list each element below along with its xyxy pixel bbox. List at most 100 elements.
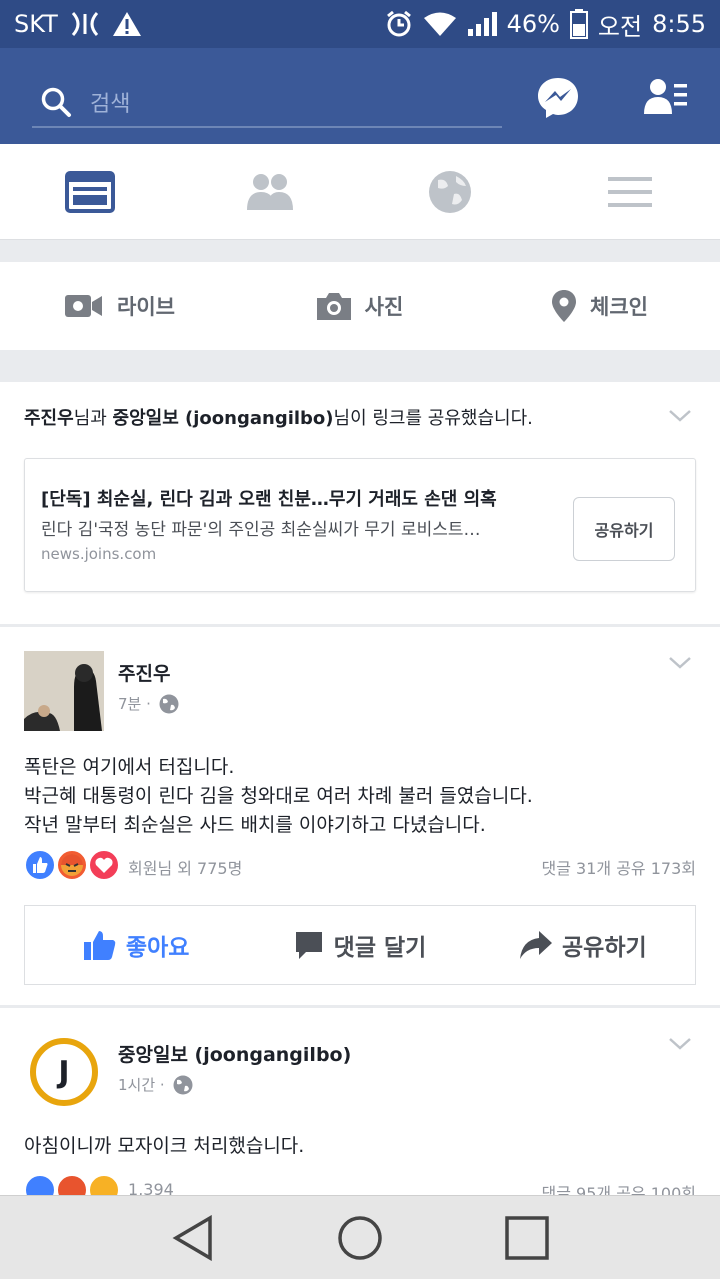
- cell-signal-icon: [467, 12, 497, 36]
- home-button[interactable]: [330, 1208, 390, 1268]
- photo-label: 사진: [364, 295, 404, 319]
- messenger-button[interactable]: [536, 76, 580, 124]
- post-2: J 중앙일보 (joongangilbo) 1시간 · 아침이니까 모자이크 처…: [0, 1008, 720, 1195]
- reaction-summary[interactable]: 1,394 댓글 95개 공유 100회: [24, 1174, 696, 1195]
- search-placeholder: 검색: [90, 92, 131, 117]
- shared-link-story: 주진우님과 중앙일보 (joongangilbo)님이 링크를 공유했습니다. …: [0, 382, 720, 624]
- contacts-icon: [644, 79, 687, 114]
- photo-button[interactable]: 사진: [240, 262, 480, 350]
- reaction-icons: [24, 849, 124, 883]
- main-tabs: [0, 144, 720, 240]
- time-ampm: 오전: [597, 12, 643, 41]
- wifi-icon: [423, 12, 456, 36]
- post-line: 작년 말부터 최순실은 사드 배치를 이야기하고 다녔습니다.: [24, 814, 486, 836]
- avatar[interactable]: [24, 651, 104, 731]
- like-reaction-icon: [24, 849, 56, 881]
- composer-bar: 라이브 사진 체크인: [0, 262, 720, 350]
- comments-shares-count[interactable]: 댓글 31개 공유 173회: [542, 855, 696, 879]
- reactions-count: 1,394: [128, 1180, 174, 1195]
- like-reaction-icon: [24, 1174, 56, 1195]
- post-body: 폭탄은 여기에서 터집니다. 박근혜 대통령이 린다 김을 청와대로 여러 차례…: [24, 753, 533, 840]
- link-description: 린다 김'국정 농단 파문'의 주인공 최순실씨가 무기 로비스트…: [41, 520, 481, 540]
- share-label: 공유하기: [562, 935, 647, 961]
- post-line: 폭탄은 여기에서 터집니다.: [24, 756, 235, 778]
- friends-icon: [247, 174, 293, 210]
- recents-square-icon: [504, 1215, 549, 1260]
- search-icon: [41, 87, 71, 117]
- alarm-icon: [386, 10, 411, 37]
- signal-extender-icon: [71, 11, 98, 37]
- story-suffix: 님이 링크를 공유했습니다.: [333, 408, 533, 429]
- battery-icon: [569, 9, 588, 39]
- menu-icon: [608, 177, 652, 207]
- video-camera-icon: [65, 295, 103, 317]
- story-connector: 님과: [73, 408, 113, 429]
- comment-button[interactable]: 댓글 달기: [248, 906, 471, 984]
- avatar-photo: [24, 651, 104, 731]
- haha-reaction-icon: [88, 1174, 120, 1195]
- live-button[interactable]: 라이브: [0, 262, 240, 350]
- story-user-2[interactable]: 중앙일보 (joongangilbo): [113, 408, 334, 429]
- checkin-button[interactable]: 체크인: [480, 262, 720, 350]
- tab-notifications[interactable]: [425, 168, 475, 216]
- friend-requests-button[interactable]: [644, 78, 688, 120]
- comment-label: 댓글 달기: [333, 935, 427, 961]
- globe-icon: [429, 171, 471, 213]
- comments-shares-count[interactable]: 댓글 95개 공유 100회: [542, 1180, 696, 1195]
- time-clock: 8:55: [652, 10, 706, 38]
- angry-reaction-icon: [56, 849, 88, 881]
- chevron-down-icon[interactable]: [668, 651, 692, 675]
- battery-percent: 46%: [506, 10, 560, 38]
- back-triangle-icon: [172, 1214, 213, 1261]
- story-user-1[interactable]: 주진우: [24, 408, 74, 429]
- thumbs-up-icon: [83, 931, 116, 960]
- location-pin-icon: [552, 290, 577, 322]
- post-meta: 7분 ·: [118, 693, 179, 714]
- reaction-icons: [24, 1174, 124, 1195]
- share-button[interactable]: 공유하기: [472, 906, 695, 984]
- chevron-down-icon[interactable]: [668, 404, 692, 428]
- camera-icon: [316, 293, 351, 320]
- link-preview[interactable]: [단독] 최순실, 린다 김과 오랜 친분…무기 거래도 손댄 의혹 린다 김'…: [24, 458, 696, 592]
- reactions-count: 회원님 외 775명: [128, 859, 243, 878]
- post-meta: 1시간 ·: [118, 1074, 193, 1095]
- reaction-summary[interactable]: 회원님 외 775명 댓글 31개 공유 173회: [24, 849, 696, 883]
- warning-icon: [112, 12, 141, 36]
- comment-icon: [295, 932, 322, 959]
- tab-news-feed[interactable]: [65, 168, 115, 216]
- share-arrow-icon: [520, 931, 552, 959]
- app-header: 검색: [0, 48, 720, 144]
- system-nav-bar: [0, 1195, 720, 1279]
- post-author[interactable]: 중앙일보 (joongangilbo): [118, 1040, 351, 1067]
- tab-friends[interactable]: [245, 168, 295, 216]
- post-line: 박근혜 대통령이 린다 김을 청와대로 여러 차례 불러 들였습니다.: [24, 785, 533, 807]
- live-label: 라이브: [117, 295, 175, 319]
- status-bar: SKT 46% 오전 8:55: [0, 0, 720, 48]
- public-globe-icon: [173, 1075, 193, 1094]
- post-body: 아침이니까 모자이크 처리했습니다.: [24, 1135, 305, 1157]
- story-header: 주진우님과 중앙일보 (joongangilbo)님이 링크를 공유했습니다.: [24, 404, 533, 430]
- link-share-button[interactable]: 공유하기: [573, 497, 675, 561]
- recents-button[interactable]: [497, 1208, 557, 1268]
- link-title: [단독] 최순실, 린다 김과 오랜 친분…무기 거래도 손댄 의혹: [41, 489, 497, 510]
- avatar[interactable]: J: [30, 1038, 98, 1106]
- back-button[interactable]: [163, 1208, 223, 1268]
- search-input[interactable]: 검색: [32, 78, 502, 128]
- home-circle-icon: [338, 1215, 382, 1260]
- post-author[interactable]: 주진우: [118, 659, 170, 686]
- messenger-icon: [538, 78, 578, 118]
- public-globe-icon: [159, 694, 179, 713]
- checkin-label: 체크인: [590, 295, 648, 319]
- like-button[interactable]: 좋아요: [25, 906, 248, 984]
- link-domain: news.joins.com: [41, 545, 157, 563]
- post-actions: 좋아요 댓글 달기 공유하기: [24, 905, 696, 985]
- post-time[interactable]: 1시간 ·: [118, 1074, 165, 1095]
- news-feed-icon: [65, 171, 115, 213]
- angry-reaction-icon: [56, 1174, 88, 1195]
- post-1: 주진우 7분 · 폭탄은 여기에서 터집니다. 박근혜 대통령이 린다 김을 청…: [0, 627, 720, 1005]
- tab-menu[interactable]: [605, 168, 655, 216]
- like-label: 좋아요: [125, 935, 190, 961]
- love-reaction-icon: [88, 849, 120, 881]
- post-time[interactable]: 7분 ·: [118, 693, 151, 714]
- chevron-down-icon[interactable]: [668, 1032, 692, 1056]
